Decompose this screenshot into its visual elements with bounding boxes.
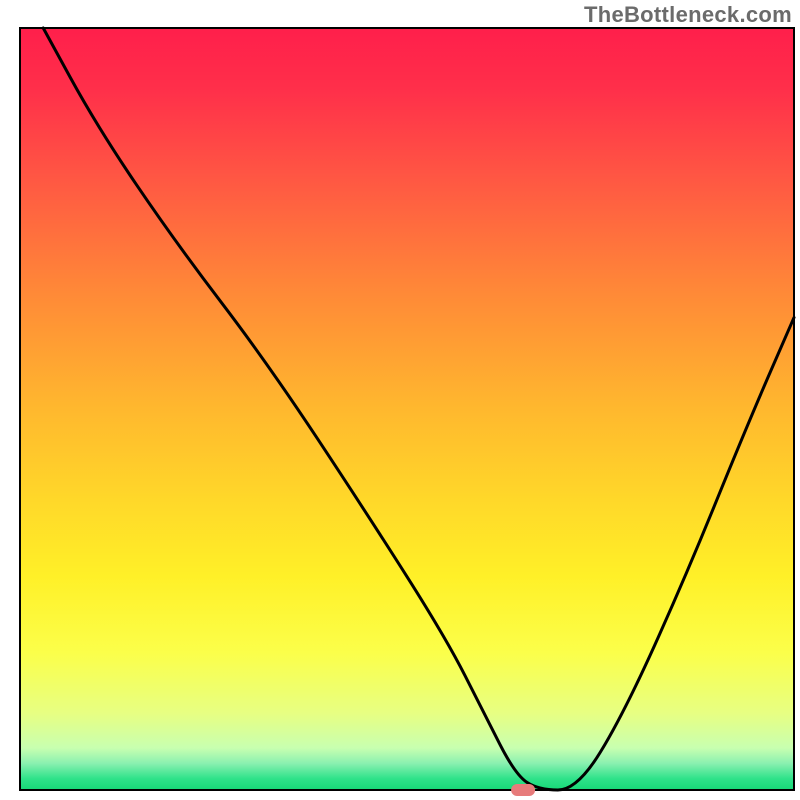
plot-background <box>20 28 794 790</box>
watermark-text: TheBottleneck.com <box>584 2 792 28</box>
chart-stage: TheBottleneck.com <box>0 0 800 800</box>
bottleneck-chart-svg <box>0 0 800 800</box>
sweet-spot-marker <box>511 784 535 796</box>
